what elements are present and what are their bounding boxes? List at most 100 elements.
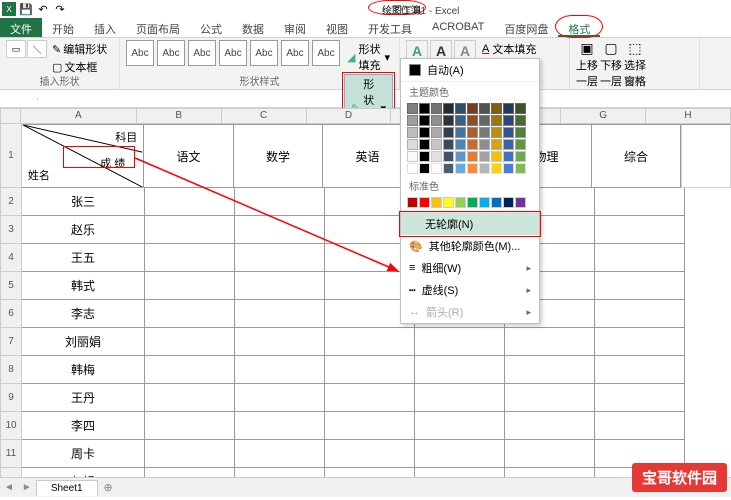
selection-pane-button[interactable]: ⬚选择窗格 bbox=[624, 40, 646, 70]
data-cell[interactable] bbox=[325, 328, 415, 356]
subject-header[interactable]: 综合 bbox=[592, 124, 682, 188]
color-swatch[interactable] bbox=[407, 139, 418, 150]
color-swatch[interactable] bbox=[467, 127, 478, 138]
color-swatch[interactable] bbox=[515, 163, 526, 174]
data-cell[interactable] bbox=[415, 440, 505, 468]
color-swatch[interactable] bbox=[479, 197, 490, 208]
data-cell[interactable] bbox=[235, 384, 325, 412]
color-swatch[interactable] bbox=[467, 115, 478, 126]
color-swatch[interactable] bbox=[407, 127, 418, 138]
color-swatch[interactable] bbox=[503, 115, 514, 126]
color-swatch[interactable] bbox=[479, 127, 490, 138]
style-swatch[interactable]: Abc bbox=[126, 40, 154, 66]
color-swatch[interactable] bbox=[467, 197, 478, 208]
color-swatch[interactable] bbox=[431, 163, 442, 174]
data-cell[interactable] bbox=[145, 272, 235, 300]
data-cell[interactable] bbox=[505, 440, 595, 468]
data-cell[interactable] bbox=[505, 412, 595, 440]
tab-审阅[interactable]: 审阅 bbox=[274, 18, 316, 37]
color-swatch[interactable] bbox=[407, 197, 418, 208]
tab-百度网盘[interactable]: 百度网盘 bbox=[494, 18, 558, 37]
redo-icon[interactable]: ↷ bbox=[53, 2, 67, 16]
data-cell[interactable] bbox=[595, 244, 685, 272]
color-swatch[interactable] bbox=[431, 115, 442, 126]
color-swatch[interactable] bbox=[515, 103, 526, 114]
color-swatch[interactable] bbox=[491, 139, 502, 150]
data-cell[interactable] bbox=[145, 412, 235, 440]
shape-style-gallery[interactable]: AbcAbcAbcAbcAbcAbcAbc bbox=[126, 40, 340, 66]
row-header[interactable]: 6 bbox=[0, 300, 22, 328]
row-header[interactable]: 5 bbox=[0, 272, 22, 300]
color-swatch[interactable] bbox=[431, 139, 442, 150]
color-swatch[interactable] bbox=[443, 103, 454, 114]
data-cell[interactable] bbox=[145, 328, 235, 356]
color-swatch[interactable] bbox=[467, 139, 478, 150]
color-swatch[interactable] bbox=[515, 139, 526, 150]
data-cell[interactable] bbox=[505, 328, 595, 356]
data-cell[interactable] bbox=[415, 412, 505, 440]
data-cell[interactable] bbox=[235, 300, 325, 328]
data-cell[interactable] bbox=[595, 216, 685, 244]
color-swatch[interactable] bbox=[503, 103, 514, 114]
color-swatch[interactable] bbox=[443, 139, 454, 150]
color-swatch[interactable] bbox=[419, 197, 430, 208]
color-swatch[interactable] bbox=[431, 103, 442, 114]
bring-forward-button[interactable]: ▣上移一层 bbox=[576, 40, 598, 70]
color-swatch[interactable] bbox=[443, 197, 454, 208]
color-swatch[interactable] bbox=[491, 151, 502, 162]
color-swatch[interactable] bbox=[479, 163, 490, 174]
dd-weight[interactable]: ≡粗细(W) bbox=[401, 257, 539, 279]
color-swatch[interactable] bbox=[515, 151, 526, 162]
color-swatch[interactable] bbox=[479, 103, 490, 114]
data-cell[interactable] bbox=[235, 272, 325, 300]
color-swatch[interactable] bbox=[503, 151, 514, 162]
subject-header[interactable]: 数学 bbox=[234, 124, 324, 188]
dd-automatic[interactable]: 自动(A) bbox=[401, 59, 539, 82]
data-cell[interactable] bbox=[325, 440, 415, 468]
name-cell[interactable]: 韩梅 bbox=[22, 356, 145, 384]
color-swatch[interactable] bbox=[443, 127, 454, 138]
data-cell[interactable] bbox=[235, 356, 325, 384]
name-cell[interactable]: 周卡 bbox=[22, 440, 145, 468]
color-swatch[interactable] bbox=[491, 163, 502, 174]
style-swatch[interactable]: Abc bbox=[188, 40, 216, 66]
color-swatch[interactable] bbox=[479, 151, 490, 162]
row-header[interactable]: 9 bbox=[0, 384, 22, 412]
data-cell[interactable] bbox=[235, 188, 325, 216]
color-swatch[interactable] bbox=[491, 127, 502, 138]
tab-nav-next[interactable]: ► bbox=[18, 482, 36, 493]
tab-视图[interactable]: 视图 bbox=[316, 18, 358, 37]
color-swatch[interactable] bbox=[419, 163, 430, 174]
color-swatch[interactable] bbox=[419, 127, 430, 138]
color-swatch[interactable] bbox=[431, 197, 442, 208]
color-swatch[interactable] bbox=[443, 151, 454, 162]
color-swatch[interactable] bbox=[407, 163, 418, 174]
text-fill-button[interactable]: A文本填充 bbox=[479, 40, 539, 58]
tab-格式[interactable]: 格式 bbox=[558, 18, 600, 37]
color-swatch[interactable] bbox=[467, 151, 478, 162]
tab-数据[interactable]: 数据 bbox=[232, 18, 274, 37]
color-swatch[interactable] bbox=[515, 115, 526, 126]
name-cell[interactable]: 王丹 bbox=[22, 384, 145, 412]
color-swatch[interactable] bbox=[455, 115, 466, 126]
color-swatch[interactable] bbox=[479, 115, 490, 126]
color-swatch[interactable] bbox=[455, 163, 466, 174]
send-backward-button[interactable]: ▢下移一层 bbox=[600, 40, 622, 70]
color-swatch[interactable] bbox=[407, 103, 418, 114]
data-cell[interactable] bbox=[145, 244, 235, 272]
data-cell[interactable] bbox=[325, 412, 415, 440]
style-swatch[interactable]: Abc bbox=[281, 40, 309, 66]
name-cell[interactable]: 韩式 bbox=[22, 272, 145, 300]
row-header[interactable]: 2 bbox=[0, 188, 22, 216]
data-cell[interactable] bbox=[595, 272, 685, 300]
color-swatch[interactable] bbox=[455, 197, 466, 208]
data-cell[interactable] bbox=[145, 440, 235, 468]
color-swatch[interactable] bbox=[455, 103, 466, 114]
style-swatch[interactable]: Abc bbox=[250, 40, 278, 66]
row-header[interactable]: 8 bbox=[0, 356, 22, 384]
color-swatch[interactable] bbox=[491, 103, 502, 114]
shape-gallery[interactable]: ▭ ＼ bbox=[6, 40, 47, 76]
color-swatch[interactable] bbox=[407, 151, 418, 162]
data-cell[interactable] bbox=[145, 300, 235, 328]
data-cell[interactable] bbox=[415, 328, 505, 356]
